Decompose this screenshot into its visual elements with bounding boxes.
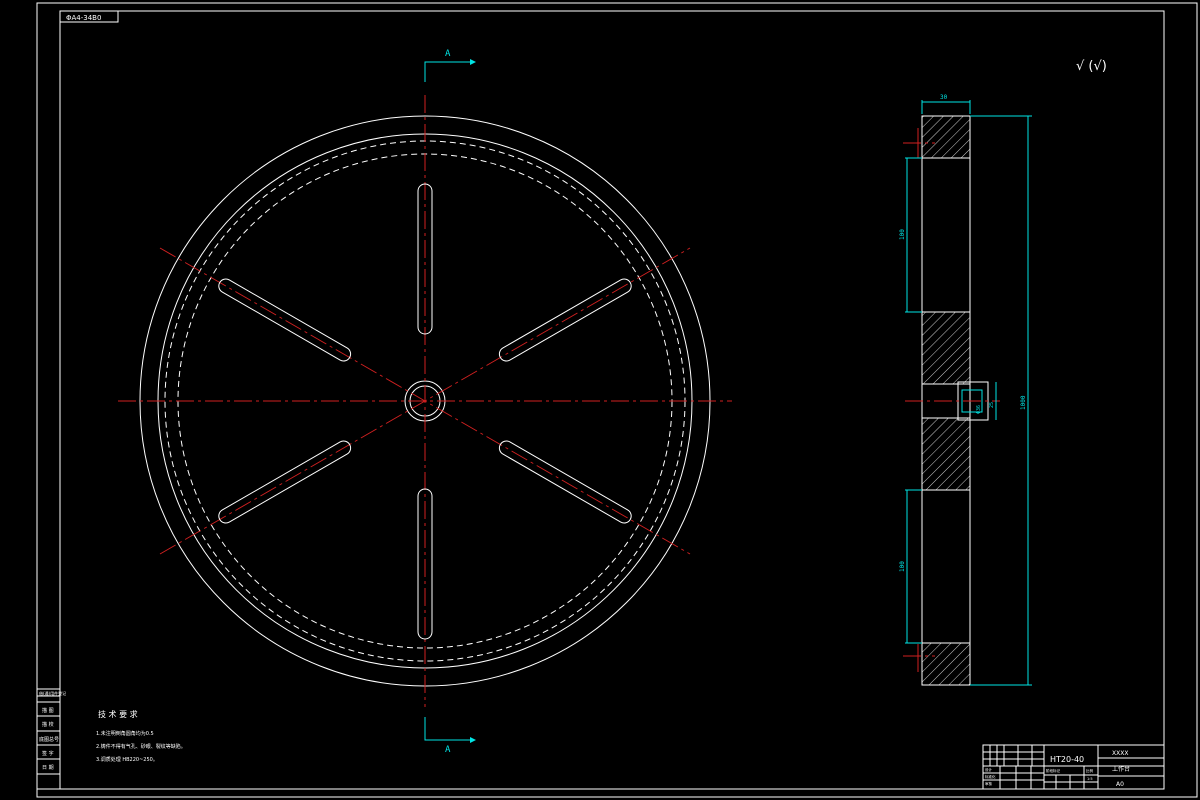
section-label-top: A [445,49,451,59]
hatch-bottom-rim [921,642,971,686]
dim-upper-gap: 100 [899,157,922,313]
section-mark-top: A [424,49,476,82]
side-section-view: 30 100 100 1000 Φ36 25 [899,94,1032,686]
dim-width-top-text: 30 [940,94,948,101]
title-material: HT20-40 [1050,755,1084,764]
tech-req-title: 技 术 要 求 [98,709,138,719]
stamp-cell-2: 描 校 [42,721,54,728]
title-label-scale: 比例 [1086,768,1094,773]
tech-req-line-1: 2.铸件不得有气孔、砂眼、裂纹等缺陷。 [96,743,186,750]
title-company: XXXX [1112,750,1128,757]
title-drawing-no: A0 [1116,781,1124,788]
front-view: A A [118,49,732,755]
stamp-cell-0: 借(通)用件登记 [39,690,66,696]
roughness-symbol: √ (√) [1076,59,1107,74]
stamp-cell-4: 签 字 [42,750,54,757]
left-stamp-column: 借(通)用件登记 描 图 描 校 底图总号 签 字 日 期 [36,688,66,790]
drawing-id-label: ΦA4-34B0 [66,14,101,22]
dim-bore-depth-text: 25 [989,402,995,408]
hatch-upper-hub [921,311,971,385]
drawing-id-box: ΦA4-34B0 [59,10,119,23]
dim-lower-gap: 100 [899,489,922,644]
title-part-name: 工作台 [1112,765,1130,773]
title-block: HT20-40 XXXX 工作台 A0 设计 标准化 审核 阶段标记 比例 1:… [982,744,1165,790]
stamp-cell-5: 日 期 [42,765,54,771]
tech-req-line-2: 3.调质处理 HB220~250。 [96,756,158,763]
stamp-cell-3: 底图总号 [39,736,59,743]
title-label-stage: 阶段标记 [1046,768,1061,773]
dim-upper-gap-text: 100 [899,229,906,240]
hatch-top-rim [921,115,971,159]
section-label-bottom: A [445,745,451,755]
inner-drawing-frame [59,10,1165,790]
tech-req-line-0: 1.未注明倒角圆角均为0.5 [96,730,154,737]
slot-upper-left [218,278,352,362]
hatch-lower-hub [921,417,971,491]
tech-requirements: 技 术 要 求 1.未注明倒角圆角均为0.5 2.铸件不得有气孔、砂眼、裂纹等缺… [96,709,186,763]
dim-bore-diameter-text: Φ36 [976,405,982,414]
dim-lower-gap-text: 100 [899,561,906,572]
title-label-review: 审核 [985,781,993,786]
section-mark-bottom: A [424,717,476,755]
slot-lower-left [218,440,352,524]
title-scale-value: 1:5 [1087,777,1093,781]
dim-overall-height-text: 1000 [1020,395,1027,410]
stamp-cell-1: 描 图 [42,707,54,714]
dim-width-top: 30 [921,94,971,114]
title-label-design: 设计 [985,767,993,772]
cad-drawing-canvas: ΦA4-34B0 借(通)用件登记 描 图 描 校 底图总号 签 字 日 期 A… [36,2,1198,798]
title-label-standard: 标准化 [985,774,996,779]
